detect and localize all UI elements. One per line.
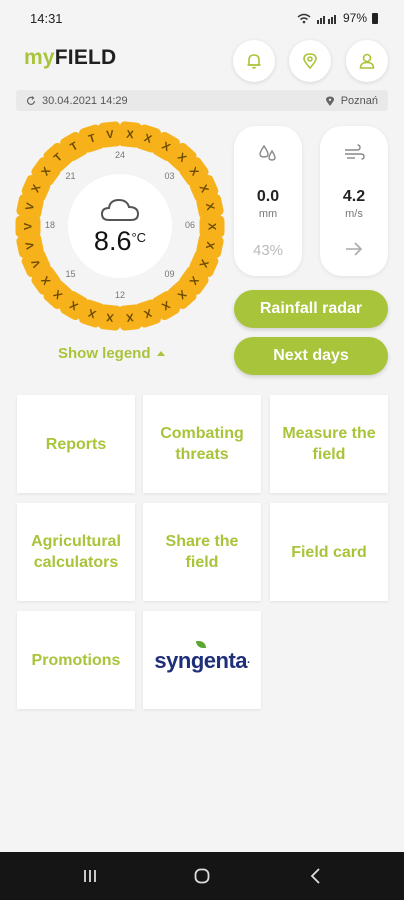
hour-label: 06	[184, 220, 195, 230]
hour-label: 24	[114, 150, 125, 160]
syngenta-logo: syngenta.	[154, 640, 250, 671]
update-info-bar: 30.04.2021 14:29 Poznań	[16, 90, 388, 111]
hour-segment[interactable]: V	[98, 120, 123, 149]
hour-label: 12	[114, 290, 125, 300]
user-icon	[359, 53, 375, 69]
arrow-right-icon	[346, 242, 363, 256]
battery-icon	[372, 12, 378, 24]
hour-label: 15	[65, 269, 76, 280]
syngenta-tile[interactable]: syngenta.	[143, 611, 261, 709]
rainfall-value: 0.0	[256, 188, 280, 205]
cloud-icon	[100, 198, 140, 221]
home-icon	[194, 868, 210, 884]
show-legend-toggle[interactable]: Show legend	[58, 345, 165, 362]
caret-up-icon	[156, 351, 165, 356]
field-card-tile[interactable]: Field card	[270, 503, 388, 601]
recent-apps-icon	[84, 870, 96, 882]
hourly-forecast-wheel[interactable]: 8.6°C X X X X X X X X X X X X X X X X X X X X V V V V X X T T T V 24 03…	[14, 120, 226, 332]
agricultural-calculators-tile[interactable]: Agricultural calculators	[17, 503, 135, 601]
status-bar: 14:31 97%	[0, 0, 404, 36]
current-temperature: 8.6°C	[93, 225, 147, 256]
reports-tile[interactable]: Reports	[17, 395, 135, 493]
rain-drops-icon	[259, 144, 276, 161]
back-button[interactable]	[305, 866, 327, 886]
location-name: Poznań	[340, 94, 378, 107]
current-weather: 8.6°C	[68, 174, 172, 278]
home-button[interactable]	[191, 866, 213, 886]
wind-icon	[345, 144, 365, 160]
hour-label: 09	[164, 269, 175, 280]
rainfall-card[interactable]: 0.0 mm 43%	[234, 126, 302, 276]
humidity-value: 43%	[252, 242, 284, 259]
system-nav-bar	[0, 852, 404, 900]
status-time: 14:31	[30, 10, 63, 26]
wind-speed-value: 4.2	[342, 188, 366, 205]
back-icon	[310, 868, 320, 884]
bell-icon	[247, 54, 261, 69]
rainfall-radar-button[interactable]: Rainfall radar	[234, 290, 388, 328]
combating-threats-tile[interactable]: Combating threats	[143, 395, 261, 493]
location-button[interactable]	[289, 40, 331, 82]
measure-field-tile[interactable]: Measure the field	[270, 395, 388, 493]
profile-button[interactable]	[346, 40, 388, 82]
app-logo: myFIELD	[24, 46, 117, 69]
next-days-button[interactable]: Next days	[234, 337, 388, 375]
wind-direction	[320, 242, 388, 260]
show-legend-label: Show legend	[58, 345, 151, 362]
wind-speed-unit: m/s	[345, 208, 363, 220]
recent-apps-button[interactable]	[79, 866, 101, 886]
signal-icon	[316, 14, 336, 24]
app-header: myFIELD	[0, 36, 404, 86]
wind-card[interactable]: 4.2 m/s	[320, 126, 388, 276]
battery-percent: 97%	[342, 11, 367, 25]
hour-label: 21	[65, 170, 76, 181]
rainfall-unit: mm	[258, 208, 278, 220]
hour-label: 18	[44, 220, 55, 230]
notifications-button[interactable]	[233, 40, 275, 82]
hour-label: 03	[164, 170, 175, 181]
status-indicators: 97%	[297, 11, 378, 25]
share-field-tile[interactable]: Share the field	[143, 503, 261, 601]
wifi-icon	[297, 13, 311, 23]
location-pin-icon	[303, 53, 317, 70]
update-timestamp: 30.04.2021 14:29	[42, 94, 128, 107]
promotions-tile[interactable]: Promotions	[17, 611, 135, 709]
location-small-icon	[325, 96, 334, 106]
refresh-icon[interactable]	[26, 95, 36, 106]
